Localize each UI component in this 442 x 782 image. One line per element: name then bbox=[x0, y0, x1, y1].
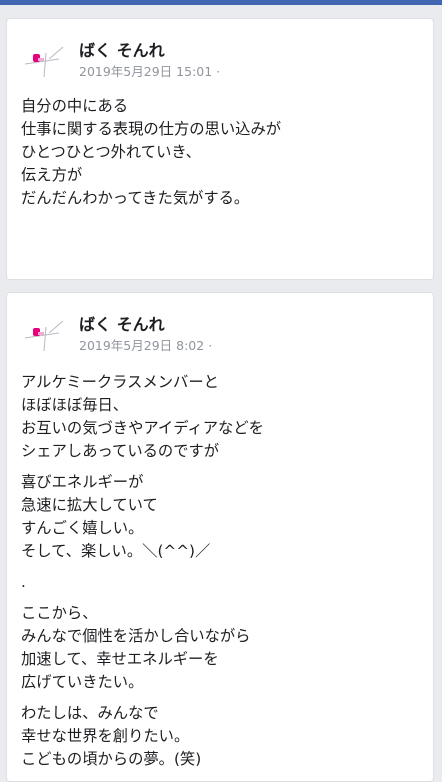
avatar-logo-icon bbox=[24, 320, 64, 352]
post-paragraph: わたしは、みんなで 幸せな世界を創りたい。 こどもの頃からの夢。(笑) bbox=[21, 702, 423, 771]
post-author[interactable]: ばく そんれ bbox=[79, 37, 165, 61]
post-line: 急速に拡大していて bbox=[21, 496, 158, 514]
post-author[interactable]: ばく そんれ bbox=[79, 311, 165, 335]
post-line: 喜びエネルギーが bbox=[21, 473, 144, 491]
post-line: だんだんわかってきた気がする。 bbox=[21, 189, 250, 207]
post-body: 自分の中にある 仕事に関する表現の仕方の思い込みが ひとつひとつ外れていき、 伝… bbox=[21, 95, 423, 218]
post-line: 幸せな世界を創りたい。 bbox=[21, 727, 190, 745]
post-body: アルケミークラスメンバーと ほぼほぼ毎日、 お互いの気づきやアイディアなどを シ… bbox=[21, 371, 423, 779]
post-line: ここから、 bbox=[21, 604, 98, 622]
post-line: 仕事に関する表現の仕方の思い込みが bbox=[21, 120, 282, 138]
post-meta: 2019年5月29日 8:02 · bbox=[79, 335, 212, 354]
post-line: 伝え方が bbox=[21, 166, 83, 184]
post-line: 自分の中にある bbox=[21, 97, 129, 115]
post-line: そして、楽しい。＼(^^)／ bbox=[21, 542, 211, 560]
post-line: お互いの気づきやアイディアなどを bbox=[21, 419, 264, 437]
post-card: ばく そんれ 2019年5月29日 8:02 · アルケミークラスメンバーと ほ… bbox=[6, 292, 434, 782]
avatar-logo-icon bbox=[24, 46, 64, 78]
post-meta: 2019年5月29日 15:01 · bbox=[79, 61, 220, 80]
avatar[interactable] bbox=[19, 309, 67, 357]
post-line: シェアしあっているのですが bbox=[21, 442, 220, 460]
privacy-separator: · bbox=[208, 338, 213, 353]
post-paragraph: ここから、 みんなで個性を活かし合いながら 加速して、幸せエネルギーを 広げてい… bbox=[21, 602, 423, 694]
post-line: すんごく嬉しい。 bbox=[21, 519, 144, 537]
post-paragraph: . bbox=[21, 571, 423, 594]
post-line: 広げていきたい。 bbox=[21, 673, 144, 691]
post-line: 加速して、幸せエネルギーを bbox=[21, 650, 219, 668]
post-timestamp[interactable]: 2019年5月29日 15:01 bbox=[79, 64, 212, 79]
avatar[interactable] bbox=[19, 35, 67, 83]
post-timestamp[interactable]: 2019年5月29日 8:02 bbox=[79, 338, 204, 353]
post-paragraph: 喜びエネルギーが 急速に拡大していて すんごく嬉しい。 そして、楽しい。＼(^^… bbox=[21, 471, 423, 563]
post-line: アルケミークラスメンバーと bbox=[21, 373, 219, 391]
post-card: ばく そんれ 2019年5月29日 15:01 · 自分の中にある 仕事に関する… bbox=[6, 18, 434, 280]
post-line: わたしは、みんなで bbox=[21, 704, 159, 722]
top-bar bbox=[0, 0, 442, 5]
post-paragraph: 自分の中にある 仕事に関する表現の仕方の思い込みが ひとつひとつ外れていき、 伝… bbox=[21, 95, 423, 210]
post-paragraph: アルケミークラスメンバーと ほぼほぼ毎日、 お互いの気づきやアイディアなどを シ… bbox=[21, 371, 423, 463]
privacy-separator: · bbox=[216, 64, 221, 79]
post-line: みんなで個性を活かし合いながら bbox=[21, 627, 251, 645]
post-line: . bbox=[21, 573, 26, 591]
post-line: ひとつひとつ外れていき、 bbox=[21, 143, 201, 161]
post-line: ほぼほぼ毎日、 bbox=[21, 396, 129, 414]
